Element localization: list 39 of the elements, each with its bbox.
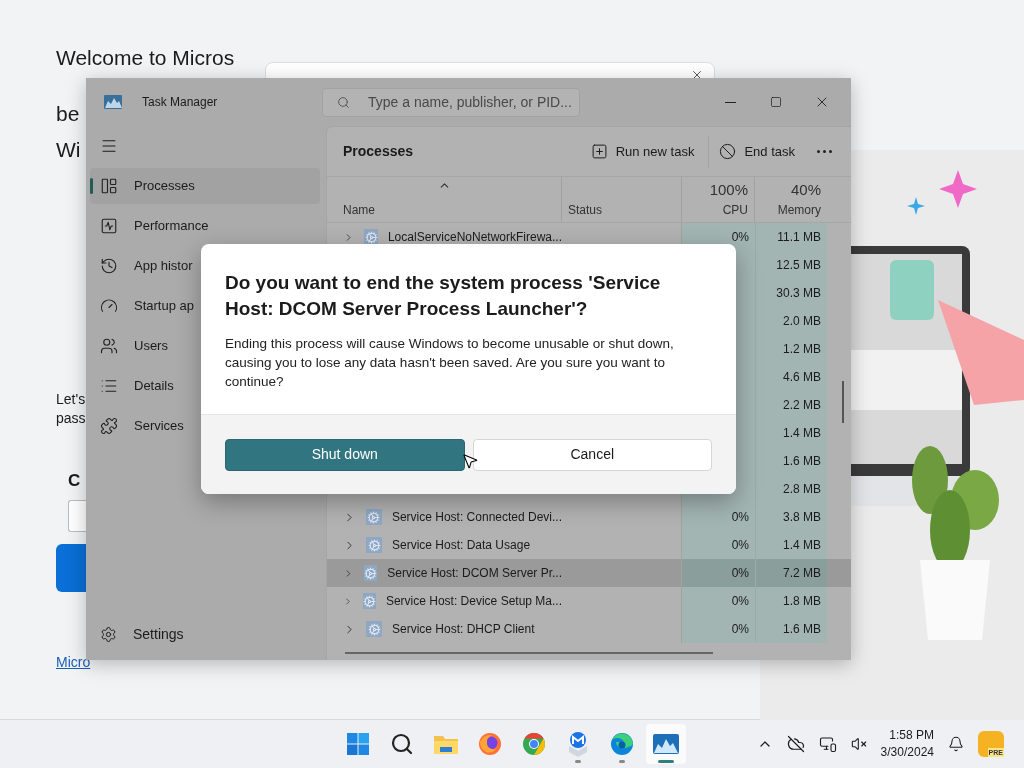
welcome-heading: Wi [56, 137, 81, 163]
memory-value: 3.8 MB [783, 509, 821, 526]
memory-value: 30.3 MB [776, 285, 821, 302]
cpu-total: 100% [709, 179, 748, 200]
memory-value: 11.1 MB [777, 229, 821, 246]
memory-value: 1.6 MB [783, 453, 821, 470]
memory-value: 1.4 MB [783, 425, 821, 442]
memory-value: 1.6 MB [783, 621, 821, 638]
memory-value: 2.8 MB [783, 481, 821, 498]
memory-value: 1.8 MB [783, 593, 821, 610]
cpu-value: 0% [731, 593, 749, 610]
memory-value: 4.6 MB [783, 369, 821, 386]
page-title: Processes [343, 142, 415, 161]
process-name: Service Host: Data Usage [392, 537, 531, 554]
cpu-value: 0% [731, 621, 749, 638]
cpu-value: 0% [731, 537, 749, 554]
dialog-message: Ending this process will cause Windows to become unusable or shut down, causing you to lose any data hasn't been saved. Are you sure you want to continue? [225, 335, 675, 391]
window-title: Task Manager [142, 94, 219, 111]
process-name: LocalServiceNoNetworkFirewa... [387, 229, 562, 246]
memory-value: 1.4 MB [783, 537, 821, 554]
dialog-title: Do you want to end the system process 'Service Host: DCOM Server Process Launcher'? [225, 271, 662, 321]
cpu-value: 0% [731, 229, 749, 246]
process-name: Service Host: DCOM Server Pr... [387, 565, 562, 582]
cpu-value: 0% [731, 565, 749, 582]
memory-value: 1.2 MB [783, 341, 821, 358]
memory-value: 2.2 MB [783, 397, 821, 414]
cpu-value: 0% [731, 509, 749, 526]
intro-text: pass [56, 409, 86, 428]
memory-total: 40% [790, 179, 821, 200]
process-name: Service Host: DHCP Client [392, 621, 535, 638]
intro-text: Let's [56, 390, 86, 409]
memory-value: 7.2 MB [783, 565, 821, 582]
memory-value: 2.0 MB [783, 313, 821, 330]
memory-value: 12.5 MB [776, 257, 821, 274]
welcome-heading: Welcome to Micros [56, 45, 235, 71]
process-name: Service Host: Device Setup Ma... [385, 593, 562, 610]
welcome-heading: be [56, 101, 80, 127]
section-heading: C [68, 470, 81, 492]
process-name: Service Host: Connected Devi... [391, 509, 562, 526]
